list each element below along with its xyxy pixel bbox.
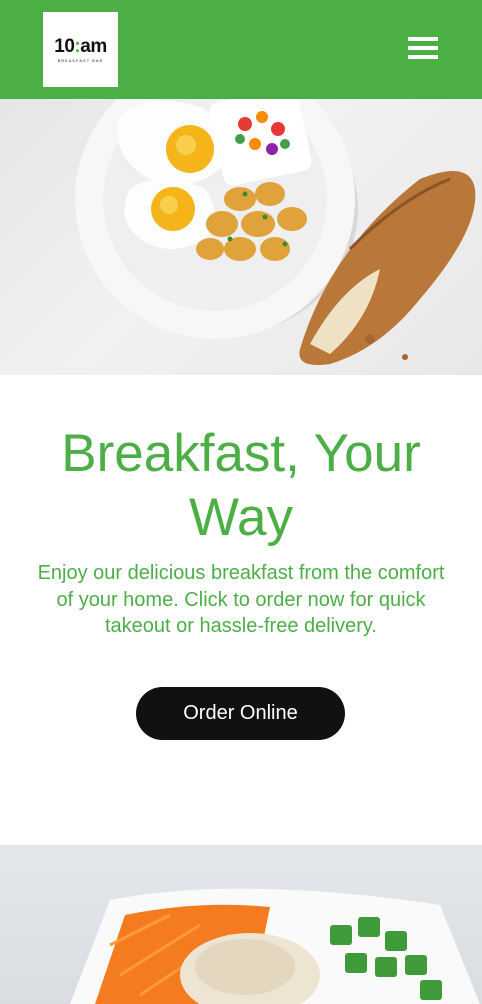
logo-wordmark: 10:am: [54, 35, 107, 57]
page-title: Breakfast, Your Way: [61, 424, 421, 547]
menu-bar-top: [408, 37, 438, 41]
logo-tagline: BREAKFAST BAR: [57, 57, 104, 63]
logo[interactable]: 10:am BREAKFAST BAR: [43, 12, 118, 87]
hamburger-menu-icon[interactable]: [406, 34, 440, 62]
page-description: Enjoy our delicious breakfast from the c…: [37, 562, 445, 637]
salad-illustration: [70, 888, 480, 1004]
order-online-button[interactable]: Order Online: [136, 687, 345, 740]
menu-bar-middle: [408, 46, 438, 50]
salad-bowl-image: [0, 845, 482, 1004]
site-header: 10:am BREAKFAST BAR: [0, 0, 482, 99]
breakfast-plate-image: [0, 99, 482, 375]
breakfast-illustration: [75, 99, 476, 365]
menu-bar-bottom: [408, 55, 438, 59]
